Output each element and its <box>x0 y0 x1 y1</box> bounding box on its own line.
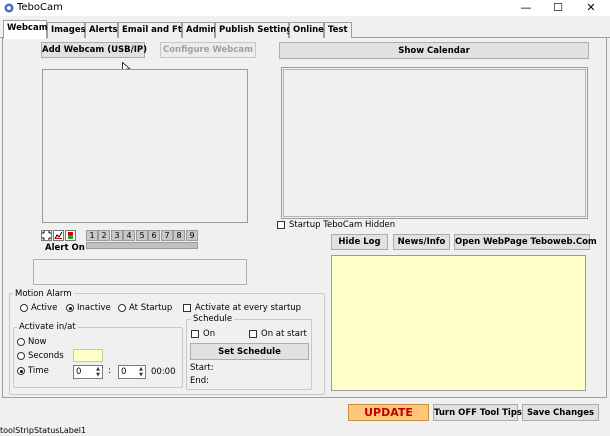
motion-graph-icon[interactable] <box>53 230 64 241</box>
time-colon: : <box>108 366 111 376</box>
hour-spin-arrows-icon[interactable]: ▲ ▼ <box>94 366 102 378</box>
window-title: TeboCam <box>17 2 63 13</box>
configure-webcam-button[interactable]: Configure Webcam <box>160 42 256 58</box>
camera-slot-8[interactable]: 8 <box>173 230 185 241</box>
activate-time-radio[interactable] <box>17 367 25 375</box>
schedule-start-label: Start: <box>190 363 214 373</box>
tab-test[interactable]: Test <box>324 22 352 38</box>
hide-log-button[interactable]: Hide Log <box>331 234 388 250</box>
minute-spin-arrows-icon[interactable]: ▲ ▼ <box>137 366 145 378</box>
schedule-on-checkbox[interactable] <box>191 330 199 338</box>
calendar-inner <box>283 69 586 217</box>
alarm-inactive-label: Inactive <box>77 303 111 313</box>
tebocam-app-icon <box>4 3 14 13</box>
camera-slot-6[interactable]: 6 <box>148 230 160 241</box>
tab-publish-settings[interactable]: Publish Settings <box>215 22 297 38</box>
schedule-end-label: End: <box>190 376 210 386</box>
activate-now-radio[interactable] <box>17 338 25 346</box>
time-display: 00:00 <box>151 367 176 377</box>
tab-email-ftp[interactable]: Email and Ftp <box>118 22 188 38</box>
log-panel[interactable] <box>331 255 586 391</box>
tab-online[interactable]: Online <box>289 22 324 38</box>
status-bar-label: toolStripStatusLabel1 <box>0 426 87 435</box>
show-calendar-button[interactable]: Show Calendar <box>279 42 589 59</box>
camera-slot-7[interactable]: 7 <box>161 230 173 241</box>
hour-value: 0 <box>76 367 82 377</box>
activate-seconds-label: Seconds <box>28 351 64 361</box>
tooltips-off-button[interactable]: Turn OFF Tool Tips <box>433 404 522 421</box>
schedule-title: Schedule <box>191 314 235 324</box>
update-button[interactable]: UPDATE <box>348 404 429 421</box>
tab-admin[interactable]: Admin <box>182 22 217 38</box>
news-info-button[interactable]: News/Info <box>393 234 450 250</box>
camera-slot-9[interactable]: 9 <box>186 230 198 241</box>
activate-seconds-radio[interactable] <box>17 352 25 360</box>
camera-slot-4[interactable]: 4 <box>123 230 135 241</box>
alarm-at-startup-label: At Startup <box>129 303 173 313</box>
save-changes-button[interactable]: Save Changes <box>522 404 599 421</box>
alarm-at-startup-radio[interactable] <box>118 304 126 312</box>
startup-hidden-label: Startup TeboCam Hidden <box>289 220 396 230</box>
tab-webcam[interactable]: Webcam <box>3 20 48 39</box>
tab-images[interactable]: Images <box>47 22 86 38</box>
camera-slot-1[interactable]: 1 <box>86 230 98 241</box>
alarm-active-radio[interactable] <box>20 304 28 312</box>
info-box <box>33 259 247 285</box>
alarm-inactive-radio[interactable] <box>66 304 74 312</box>
activate-every-startup-checkbox[interactable] <box>183 304 191 312</box>
activate-time-label: Time <box>28 366 49 376</box>
webcam-preview <box>42 69 248 223</box>
startup-hidden-checkbox[interactable] <box>277 221 285 229</box>
activate-in-at-title: Activate in/at <box>17 322 78 332</box>
seconds-input[interactable] <box>73 349 103 362</box>
minute-value: 0 <box>121 367 127 377</box>
camera-slot-5[interactable]: 5 <box>136 230 148 241</box>
schedule-on-label: On <box>203 329 216 339</box>
camera-slot-2[interactable]: 2 <box>98 230 110 241</box>
open-webpage-button[interactable]: Open WebPage Teboweb.Com <box>454 234 597 250</box>
alert-on-indicators <box>86 242 198 249</box>
maximize-button[interactable]: ☐ <box>543 0 573 16</box>
close-button[interactable]: ✕ <box>576 0 606 16</box>
level-meter-icon[interactable] <box>65 230 76 241</box>
camera-slot-3[interactable]: 3 <box>111 230 123 241</box>
select-region-icon[interactable] <box>41 230 52 241</box>
schedule-on-at-start-label: On at start <box>261 329 307 339</box>
minimize-button[interactable]: — <box>511 0 541 16</box>
alarm-active-label: Active <box>31 303 58 313</box>
activate-now-label: Now <box>28 337 47 347</box>
tab-alerts[interactable]: Alerts <box>85 22 118 38</box>
activate-every-startup-label: Activate at every startup <box>195 303 302 313</box>
set-schedule-button[interactable]: Set Schedule <box>190 343 309 360</box>
add-webcam-button[interactable]: Add Webcam (USB/IP) <box>41 42 147 58</box>
alert-on-label: Alert On <box>45 243 85 253</box>
schedule-on-at-start-checkbox[interactable] <box>249 330 257 338</box>
motion-alarm-title: Motion Alarm <box>13 289 74 299</box>
